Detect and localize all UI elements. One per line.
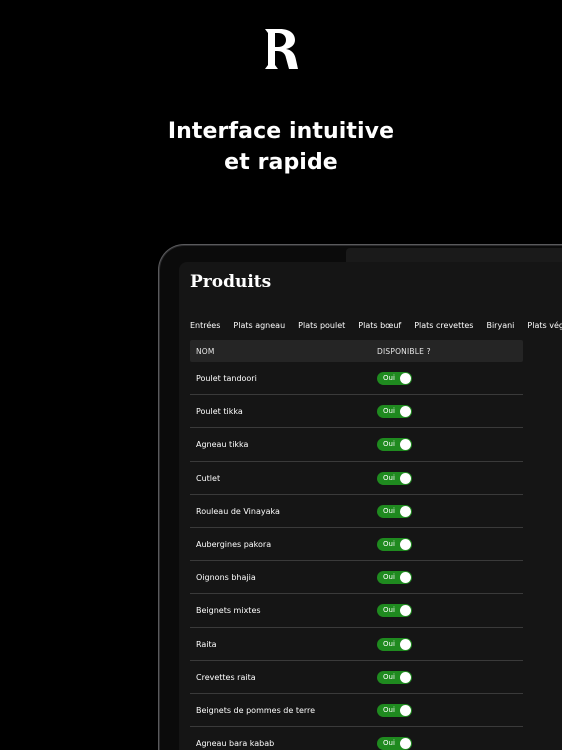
hero-headline-line1: Interface intuitive (167, 119, 395, 144)
table-row: Poulet tikka Oui (190, 395, 523, 429)
availability-toggle[interactable]: Oui (377, 737, 412, 750)
toggle-knob (400, 373, 411, 384)
availability-toggle[interactable]: Oui (377, 438, 412, 452)
product-name: Crevettes raita (196, 672, 256, 682)
toggle-knob (400, 638, 411, 650)
tab-plats-agneau[interactable]: Plats agneau (233, 321, 285, 330)
tab-plats-poulet[interactable]: Plats poulet (298, 321, 345, 330)
category-tabs: Entrées Plats agneau Plats poulet Plats … (190, 321, 562, 330)
availability-toggle[interactable]: Oui (377, 604, 412, 618)
toggle-label: Oui (383, 374, 395, 382)
tab-plats-vegetariens[interactable]: Plats végétariens (527, 321, 562, 330)
toggle-knob (400, 572, 411, 584)
toggle-label: Oui (383, 440, 395, 449)
table-row: Cutlet Oui (190, 462, 523, 495)
availability-toggle[interactable]: Oui (377, 571, 412, 585)
table-header: NOM DISPONIBLE ? (190, 340, 523, 362)
table-row: Beignets mixtes Oui (190, 594, 523, 628)
availability-toggle[interactable]: Oui (377, 372, 412, 385)
column-header-available: DISPONIBLE ? (377, 347, 431, 356)
availability-toggle[interactable]: Oui (377, 670, 412, 684)
product-name: Poulet tandoori (196, 374, 257, 383)
table-row: Crevettes raita Oui (190, 661, 523, 694)
product-name: Aubergines pakora (196, 539, 272, 549)
toggle-label: Oui (383, 473, 395, 482)
products-table: NOM DISPONIBLE ? Poulet tandoori Oui Pou… (190, 340, 523, 750)
product-name: Poulet tikka (196, 407, 243, 417)
toggle-knob (400, 406, 411, 418)
product-name: Beignets mixtes (196, 606, 261, 616)
toggle-label: Oui (383, 705, 395, 714)
hero-headline: Interface intuitive et rapide (0, 116, 562, 178)
product-name: Beignets de pommes de terre (196, 705, 316, 715)
table-row: Agneau bara kabab Oui (190, 727, 523, 750)
toggle-label: Oui (383, 539, 395, 548)
toggle-label: Oui (383, 672, 395, 681)
toggle-knob (400, 671, 411, 683)
toggle-knob (400, 505, 411, 517)
app-screen: Produits Entrées Plats agneau Plats poul… (179, 262, 562, 750)
toggle-label: Oui (383, 506, 395, 515)
tablet-camera-bar (346, 248, 562, 262)
product-name: Agneau tikka (196, 440, 249, 450)
table-row: Poulet tandoori Oui (190, 362, 523, 396)
toggle-label: Oui (383, 573, 395, 582)
product-name: Rouleau de Vinayaka (196, 506, 280, 516)
toggle-knob (400, 605, 411, 617)
toggle-knob (400, 738, 411, 750)
toggle-knob (400, 472, 411, 484)
table-row: Beignets de pommes de terre Oui (190, 694, 523, 728)
table-row: Raita Oui (190, 628, 523, 661)
product-name: Agneau bara kabab (196, 739, 275, 749)
toggle-knob (400, 704, 411, 716)
brand-logo-icon (265, 29, 298, 69)
table-row: Agneau tikka Oui (190, 428, 523, 462)
availability-toggle[interactable]: Oui (377, 504, 412, 518)
promo-page: Interface intuitive et rapide Produits E… (0, 0, 562, 750)
toggle-label: Oui (383, 407, 395, 416)
hero-headline-line2: et rapide (224, 150, 338, 175)
table-row: Oignons bhajia Oui (190, 561, 523, 595)
column-header-name: NOM (196, 347, 215, 356)
product-name: Oignons bhajia (196, 573, 256, 583)
tab-biryani[interactable]: Biryani (486, 321, 514, 330)
toggle-label: Oui (383, 606, 395, 615)
tab-entrees[interactable]: Entrées (190, 321, 220, 330)
toggle-knob (400, 439, 411, 451)
toggle-label: Oui (383, 639, 395, 648)
availability-toggle[interactable]: Oui (377, 703, 412, 717)
toggle-knob (400, 538, 411, 550)
availability-toggle[interactable]: Oui (377, 471, 412, 485)
tab-plats-crevettes[interactable]: Plats crevettes (414, 321, 473, 330)
page-title: Produits (190, 272, 272, 292)
tab-plats-boeuf[interactable]: Plats bœuf (358, 321, 401, 330)
availability-toggle[interactable]: Oui (377, 537, 412, 551)
product-name: Raita (196, 639, 217, 649)
product-name: Cutlet (196, 473, 221, 483)
table-row: Rouleau de Vinayaka Oui (190, 495, 523, 528)
availability-toggle[interactable]: Oui (377, 637, 412, 651)
availability-toggle[interactable]: Oui (377, 405, 412, 419)
table-row: Aubergines pakora Oui (190, 528, 523, 562)
toggle-label: Oui (383, 739, 395, 748)
